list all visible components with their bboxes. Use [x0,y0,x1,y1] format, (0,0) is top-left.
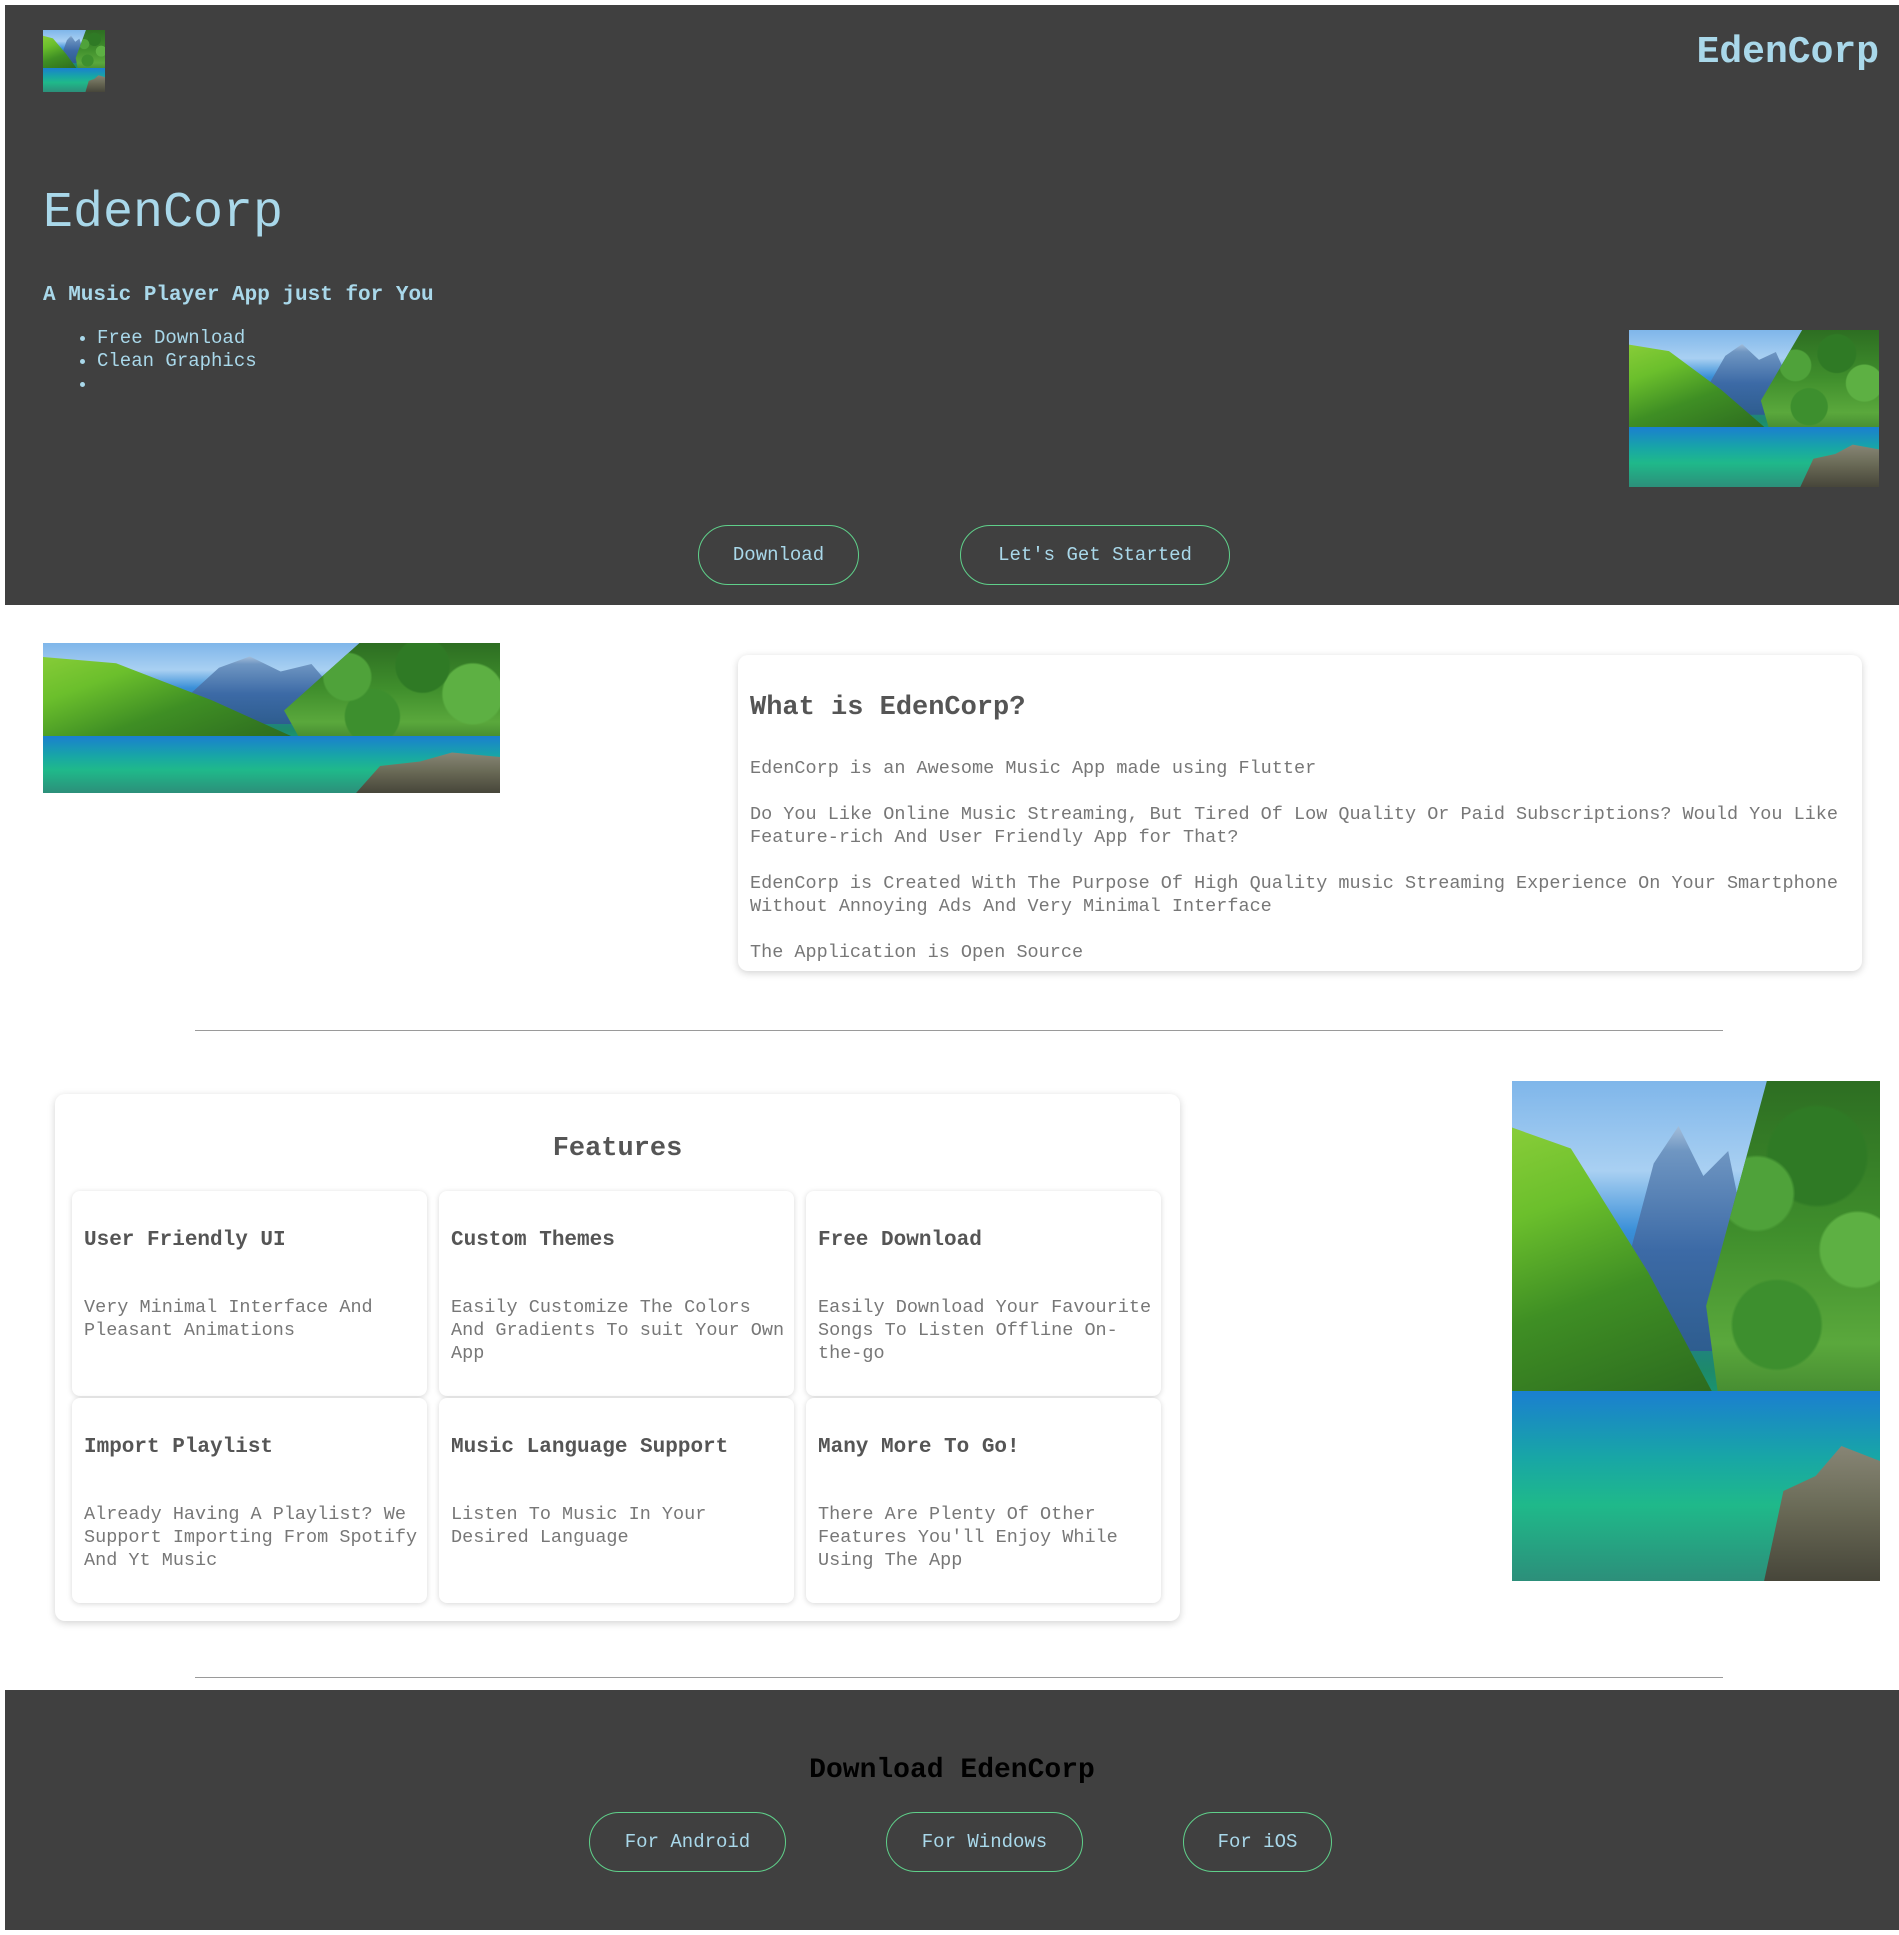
feature-description: There Are Plenty Of Other Features You'l… [818,1504,1118,1571]
about-card: What is EdenCorp? EdenCorp is an Awesome… [738,655,1862,971]
brand-name[interactable]: EdenCorp [1697,31,1879,74]
about-paragraph: Do You Like Online Music Streaming, But … [750,804,1838,848]
features-heading: Features [552,1134,683,1164]
feature-title: User Friendly UI [84,1229,286,1252]
hero-bullet-list: Free Download Clean Graphics [57,327,257,396]
list-item: Free Download [97,327,257,350]
ios-download-button[interactable]: For iOS [1183,1812,1332,1872]
get-started-button[interactable]: Let's Get Started [960,525,1230,585]
list-item: Clean Graphics [97,350,257,373]
hero-title: EdenCorp [43,185,284,242]
feature-description: Very Minimal Interface And Pleasant Anim… [84,1297,373,1341]
feature-description: Already Having A Playlist? We Support Im… [84,1504,418,1571]
download-heading: Download EdenCorp [809,1755,1095,1786]
section-divider [195,1677,1723,1678]
feature-description: Easily Download Your Favourite Songs To … [818,1297,1152,1364]
feature-card: Free Download Easily Download Your Favou… [806,1191,1161,1396]
feature-card: Many More To Go! There Are Plenty Of Oth… [806,1398,1161,1603]
about-image [43,643,500,793]
feature-card: Custom Themes Easily Customize The Color… [439,1191,794,1396]
android-download-button[interactable]: For Android [589,1812,786,1872]
list-item [97,373,257,396]
features-card: Features User Friendly UI Very Minimal I… [55,1094,1180,1621]
section-divider [195,1030,1723,1031]
about-paragraph: EdenCorp is an Awesome Music App made us… [750,758,1317,779]
hero-subtitle: A Music Player App just for You [43,284,434,307]
feature-title: Music Language Support [451,1436,729,1459]
feature-card: Import Playlist Already Having A Playlis… [72,1398,427,1603]
download-button[interactable]: Download [698,525,859,585]
download-section: Download EdenCorp For Android For Window… [5,1690,1899,1930]
hero-section: EdenCorp EdenCorp A Music Player App jus… [5,5,1899,605]
feature-card: User Friendly UI Very Minimal Interface … [72,1191,427,1396]
features-image [1512,1081,1880,1581]
windows-download-button[interactable]: For Windows [886,1812,1083,1872]
about-paragraph: The Application is Open Source [750,942,1084,963]
feature-description: Easily Customize The Colors And Gradient… [451,1297,785,1364]
hero-image [1629,330,1879,487]
logo-image[interactable] [43,30,105,92]
feature-title: Free Download [818,1229,982,1252]
feature-description: Listen To Music In Your Desired Language [451,1504,707,1548]
feature-title: Custom Themes [451,1229,615,1252]
feature-title: Many More To Go! [818,1436,1020,1459]
feature-title: Import Playlist [84,1436,274,1459]
about-paragraph: EdenCorp is Created With The Purpose Of … [750,873,1838,917]
about-heading: What is EdenCorp? [750,693,1026,723]
feature-card: Music Language Support Listen To Music I… [439,1398,794,1603]
